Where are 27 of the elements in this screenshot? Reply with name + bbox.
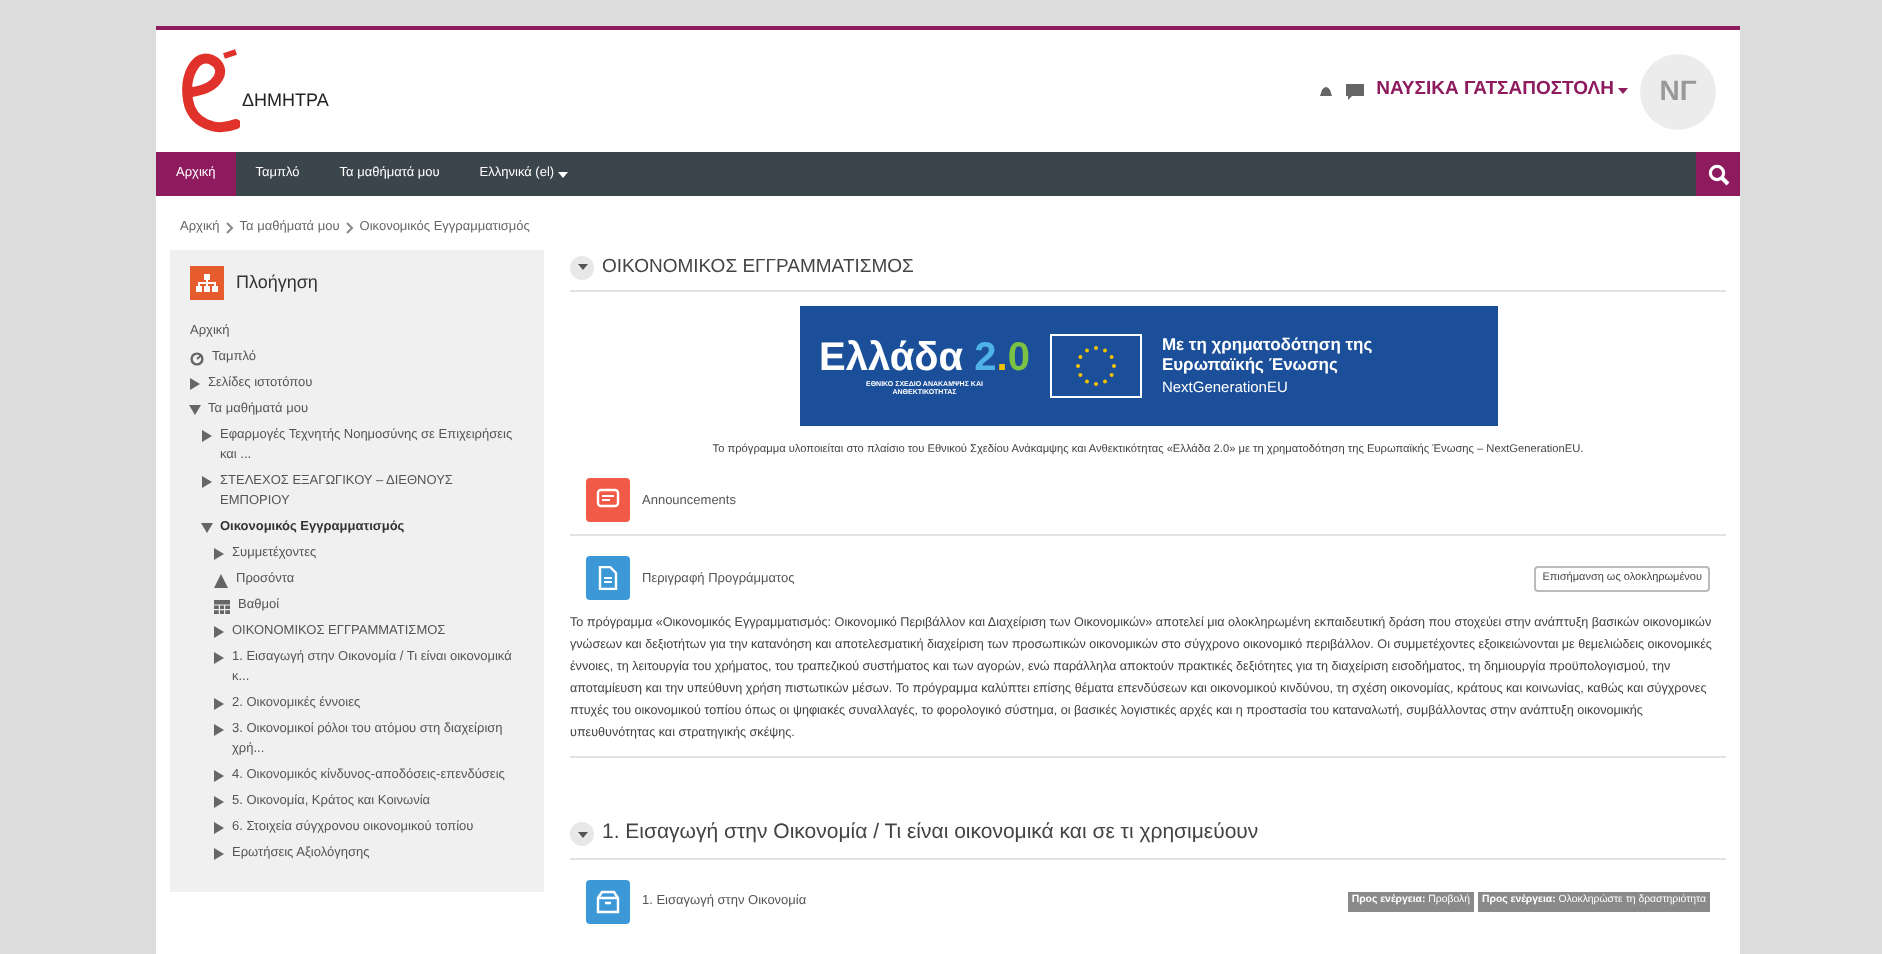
search-icon [1707,163,1729,185]
section-title: 1. Εισαγωγή στην Οικονομία / Τι είναι οικονομικά και σε τι χρησιμεύουν [602,818,1259,849]
search-button[interactable] [1696,152,1740,196]
table-icon [214,600,230,615]
gauge-icon [190,352,204,367]
bell-icon[interactable] [1318,83,1335,99]
eu-flag-icon [1049,334,1142,398]
caret-icon [577,831,587,838]
chevron-icon [345,221,354,234]
box-icon [586,880,630,925]
collapse-toggle[interactable] [570,255,594,280]
section-title: ΟΙΚΟΝΟΜΙΚΟΣ ΕΓΓΡΑΜΜΑΤΙΣΜΟΣ [602,253,914,282]
chat-icon[interactable] [1346,83,1365,99]
banner-funding: Με τη χρηματοδότηση της Ευρωπαϊκής Ένωσης [1161,333,1375,374]
chevron-icon [225,221,234,234]
collapse-toggle[interactable] [570,822,594,847]
speech-bubble-icon [586,478,630,523]
banner-title: Ελλάδα 2.0 [819,335,1030,379]
block-title: Πλοήγηση [236,269,318,296]
document-icon [586,556,630,601]
sitemap-icon [190,265,224,300]
caret-icon [1618,88,1628,94]
caret-icon [577,264,587,271]
user-menu[interactable]: ΝΑΥΣΙΚΑ ΓΑΤΣΑΠΟΣΤΟΛΗ [1376,76,1628,106]
triangle-icon [214,574,228,589]
logo-icon [180,47,240,135]
logo-text: ΔΗΜΗΤΡΑ [242,88,329,114]
